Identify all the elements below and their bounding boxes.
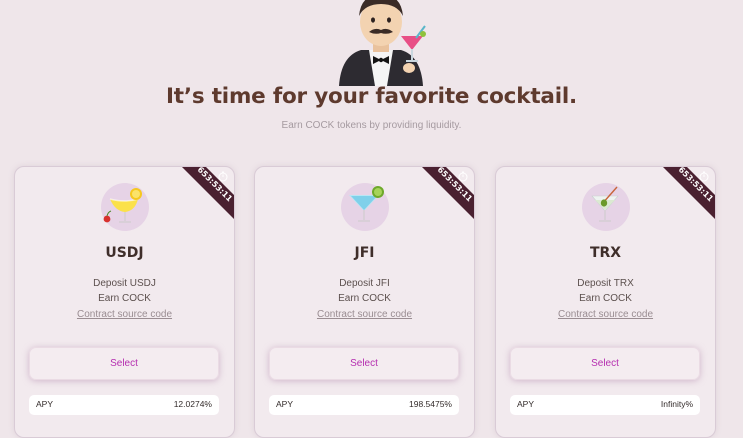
earn-text: Earn COCK [579,293,632,304]
token-name: USDJ [105,245,144,261]
tropical-drink-icon [101,183,149,231]
earn-text: Earn COCK [338,293,391,304]
page-title: It’s time for your favorite cocktail. [165,84,578,109]
apy-label: APY [517,399,535,409]
contract-source-link[interactable]: Contract source code [496,309,715,320]
pool-card-usdj: 653:53:11 USDJ Deposit USDJ Earn COCK Co… [14,166,235,438]
apy-value: Infinity% [660,399,693,409]
deposit-text: Deposit TRX [577,278,634,289]
token-name: JFI [354,245,375,261]
tuxedo-man-cocktail-icon [339,0,426,86]
select-button[interactable]: Select [269,347,459,380]
apy-value: 12.0274% [173,399,212,409]
stopwatch-icon [699,171,709,182]
apy-row: APY 198.5475% [269,395,459,415]
apy-label: APY [276,399,294,409]
apy-row: APY 12.0274% [29,395,219,415]
deposit-text: Deposit JFI [339,278,390,289]
stopwatch-icon [218,171,228,182]
contract-source-link[interactable]: Contract source code [15,309,234,320]
page-subtitle: Earn COCK tokens by providing liquidity. [281,120,462,131]
stopwatch-icon [458,171,468,182]
pool-card-jfi: 653:53:11 JFI Deposit JFI Earn COCK Cont… [254,166,475,438]
timer-ribbon: 653:53:11 [182,167,234,219]
cocktail-glass-icon [341,183,389,231]
select-button[interactable]: Select [29,347,219,380]
contract-source-link[interactable]: Contract source code [255,309,474,320]
apy-row: APY Infinity% [510,395,700,415]
select-button[interactable]: Select [510,347,700,380]
martini-icon [582,183,630,231]
pool-card-trx: 653:53:11 TRX Deposit TRX Earn COCK Cont… [495,166,716,438]
deposit-text: Deposit USDJ [93,278,156,289]
apy-label: APY [36,399,54,409]
timer-ribbon: 653:53:11 [422,167,474,219]
apy-value: 198.5475% [408,399,452,409]
earn-text: Earn COCK [98,293,151,304]
timer-ribbon: 653:53:11 [663,167,715,219]
token-name: TRX [589,245,622,261]
